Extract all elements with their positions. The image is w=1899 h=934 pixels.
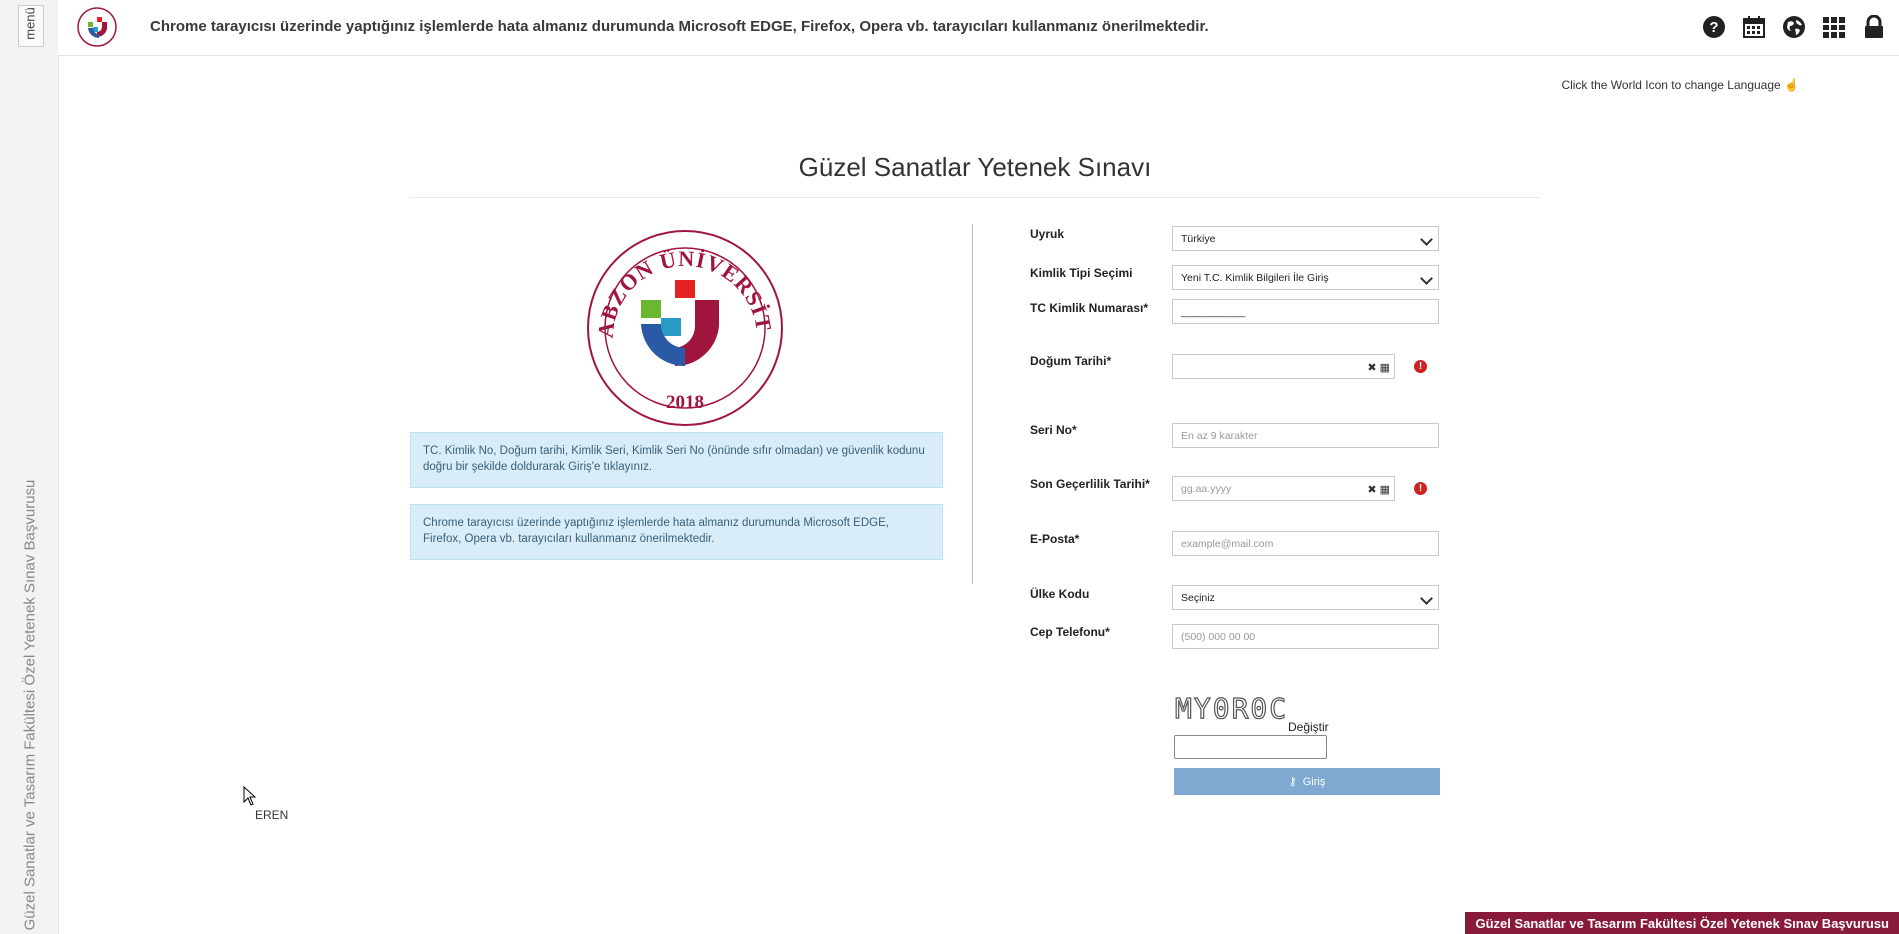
login-label: Giriş xyxy=(1302,775,1326,788)
language-hint-text: Click the World Icon to change Language xyxy=(1561,78,1781,92)
help-icon[interactable]: ? xyxy=(1701,14,1727,40)
column-divider xyxy=(972,224,973,584)
lock-icon[interactable] xyxy=(1861,14,1887,40)
captcha-image: MY0R0C xyxy=(1175,691,1288,724)
tc-value: ___________ xyxy=(1181,305,1246,318)
dogum-label: Doğum Tarihi* xyxy=(1030,354,1112,368)
ulke-kodu-select[interactable]: Seçiniz xyxy=(1172,585,1439,610)
cep-placeholder: (500) 000 00 00 xyxy=(1181,630,1256,643)
kimlik-tipi-select[interactable]: Yeni T.C. Kimlik Bilgileri İle Giriş xyxy=(1172,265,1439,290)
key-icon: ⚷ xyxy=(1288,776,1297,788)
login-button[interactable]: ⚷ Giriş xyxy=(1174,768,1440,795)
top-header: Chrome tarayıcısı üzerinde yaptığınız iş… xyxy=(58,0,1899,56)
grid-icon[interactable] xyxy=(1821,14,1847,40)
tc-label: TC Kimlik Numarası* xyxy=(1030,301,1149,315)
calendar-icon[interactable]: ▦ xyxy=(1380,483,1390,496)
chevron-down-icon xyxy=(1420,233,1433,246)
eposta-label: E-Posta* xyxy=(1030,532,1080,546)
calendar-icon[interactable] xyxy=(1741,14,1767,40)
uyruk-value: Türkiye xyxy=(1181,232,1216,245)
info-box-browser: Chrome tarayıcısı üzerinde yaptığınız iş… xyxy=(410,504,943,560)
ulke-kodu-label: Ülke Kodu xyxy=(1030,587,1090,601)
menu-label[interactable]: menü xyxy=(23,7,38,40)
language-hint: Click the World Icon to change Language … xyxy=(1561,78,1799,92)
son-gecerlilik-input[interactable]: gg.aa.yyyy ✖ ▦ xyxy=(1172,476,1395,501)
university-logo: TRABZON ÜNİVERSİTESİ 2018 xyxy=(585,228,783,426)
eposta-input[interactable]: example@mail.com xyxy=(1172,531,1439,556)
seri-placeholder: En az 9 karakter xyxy=(1181,429,1258,442)
eposta-placeholder: example@mail.com xyxy=(1181,537,1274,550)
title-divider xyxy=(410,197,1540,198)
info-box-instructions: TC. Kimlik No, Doğum tarihi, Kimlik Seri… xyxy=(410,432,943,488)
top-icon-group: ? xyxy=(1701,14,1887,40)
chevron-down-icon xyxy=(1420,592,1433,605)
warning-icon: ! xyxy=(1414,360,1427,373)
kimlik-tipi-value: Yeni T.C. Kimlik Bilgileri İle Giriş xyxy=(1181,271,1329,284)
seri-label: Seri No* xyxy=(1030,423,1077,437)
uyruk-label: Uyruk xyxy=(1030,227,1065,241)
captcha-text: MY0R0C xyxy=(1175,692,1288,724)
browser-notice: Chrome tarayıcısı üzerinde yaptığınız iş… xyxy=(150,18,1209,35)
son-gecerlilik-label: Son Geçerlilik Tarihi* xyxy=(1030,477,1150,491)
captcha-input[interactable] xyxy=(1174,735,1327,759)
footer-badge: Güzel Sanatlar ve Tasarım Fakültesi Özel… xyxy=(1465,912,1899,934)
son-gecerlilik-placeholder: gg.aa.yyyy xyxy=(1181,482,1232,495)
kimlik-tipi-label: Kimlik Tipi Seçimi xyxy=(1030,266,1133,280)
page-title: Güzel Sanatlar Yetenek Sınavı xyxy=(798,152,1152,182)
logo-year: 2018 xyxy=(666,392,704,413)
globe-icon[interactable] xyxy=(1781,14,1807,40)
clear-icon[interactable]: ✖ xyxy=(1367,361,1376,374)
uyruk-select[interactable]: Türkiye xyxy=(1172,226,1439,251)
clear-icon[interactable]: ✖ xyxy=(1367,483,1376,496)
cep-input[interactable]: (500) 000 00 00 xyxy=(1172,624,1439,649)
captcha-change-link[interactable]: Değiştir xyxy=(1288,720,1329,734)
svg-text:?: ? xyxy=(1709,19,1718,36)
seri-input[interactable]: En az 9 karakter xyxy=(1172,423,1439,448)
tc-input[interactable]: ___________ xyxy=(1172,299,1439,324)
warning-icon: ! xyxy=(1414,482,1427,495)
ulke-kodu-value: Seçiniz xyxy=(1181,591,1215,604)
user-label: EREN xyxy=(255,808,289,822)
calendar-icon[interactable]: ▦ xyxy=(1380,361,1390,374)
side-navigation: menü Güzel Sanatlar ve Tasarım Fakültesi… xyxy=(0,0,59,934)
date-buttons: ✖ ▦ xyxy=(1367,483,1390,496)
mouse-cursor-icon xyxy=(243,786,257,806)
dogum-input[interactable]: ✖ ▦ xyxy=(1172,354,1395,379)
side-title: Güzel Sanatlar ve Tasarım Fakültesi Özel… xyxy=(21,479,39,931)
university-logo-small[interactable] xyxy=(76,6,118,48)
cep-label: Cep Telefonu* xyxy=(1030,625,1110,639)
date-buttons: ✖ ▦ xyxy=(1367,361,1390,374)
pointer-hand-icon: ☝ xyxy=(1784,78,1799,92)
chevron-down-icon xyxy=(1420,272,1433,285)
